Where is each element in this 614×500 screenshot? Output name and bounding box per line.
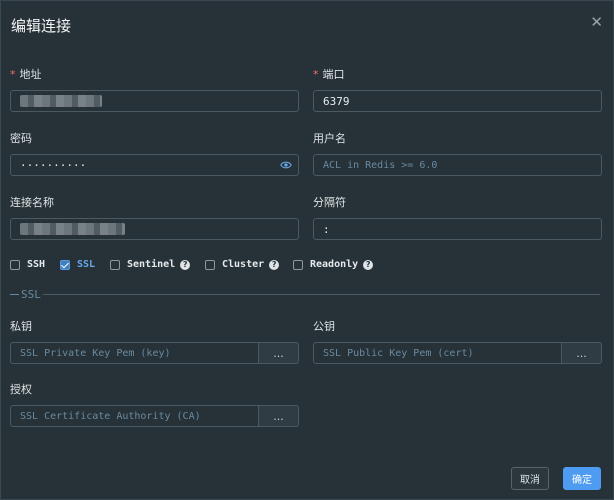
confirm-button[interactable]: 确定 — [563, 467, 601, 490]
port-input[interactable]: 6379 — [313, 90, 602, 112]
eye-icon[interactable] — [280, 159, 292, 171]
option-sentinel-label: Sentinel — [127, 259, 176, 270]
checkbox-sentinel[interactable] — [110, 259, 120, 270]
private-key-placeholder: SSL Private Key Pem (key) — [20, 347, 171, 359]
public-key-label: 公钥 — [313, 320, 335, 333]
section-divider-dash — [10, 294, 19, 295]
username-label: 用户名 — [313, 132, 346, 145]
separator-label: 分隔符 — [313, 196, 346, 209]
password-label: 密码 — [10, 132, 32, 145]
authority-placeholder: SSL Certificate Authority (CA) — [20, 410, 201, 422]
connection-name-input[interactable] — [10, 218, 299, 240]
username-placeholder: ACL in Redis >= 6.0 — [323, 159, 438, 171]
authority-browse-button[interactable]: ... — [259, 405, 299, 427]
private-key-input[interactable]: SSL Private Key Pem (key) — [10, 342, 259, 364]
option-ssh-label: SSH — [27, 259, 46, 270]
required-mark: * — [10, 68, 16, 81]
option-ssl-label: SSL — [77, 259, 96, 270]
username-input[interactable]: ACL in Redis >= 6.0 — [313, 154, 602, 176]
option-sentinel[interactable]: Sentinel ? — [110, 259, 191, 270]
public-key-input[interactable]: SSL Public Key Pem (cert) — [313, 342, 562, 364]
help-icon[interactable]: ? — [269, 259, 280, 270]
authority-label: 授权 — [10, 383, 32, 396]
edit-connection-dialog: 编辑连接 ✕ * 地址 * 端口 6379 密码 ·········· 用户名 AC… — [0, 0, 614, 500]
option-cluster-label: Cluster — [222, 259, 265, 270]
required-mark: * — [313, 68, 319, 81]
dialog-title: 编辑连接 — [11, 17, 72, 35]
option-ssl[interactable]: SSL — [60, 259, 95, 270]
option-ssh[interactable]: SSH — [10, 259, 45, 270]
password-input[interactable]: ·········· — [10, 154, 299, 176]
option-readonly-label: Readonly — [310, 259, 359, 270]
help-icon[interactable]: ? — [363, 259, 374, 270]
private-key-label: 私钥 — [10, 320, 32, 333]
public-key-browse-button[interactable]: ... — [562, 342, 602, 364]
help-icon[interactable]: ? — [180, 259, 191, 270]
connection-name-label: 连接名称 — [10, 196, 54, 209]
public-key-placeholder: SSL Public Key Pem (cert) — [323, 347, 474, 359]
separator-input[interactable]: : — [313, 218, 602, 240]
redacted-connection-name — [20, 223, 125, 235]
port-label: * 端口 — [313, 68, 345, 81]
authority-input[interactable]: SSL Certificate Authority (CA) — [10, 405, 259, 427]
private-key-browse-button[interactable]: ... — [259, 342, 299, 364]
close-icon[interactable]: ✕ — [590, 13, 603, 31]
cancel-button[interactable]: 取消 — [511, 467, 549, 490]
address-input[interactable] — [10, 90, 299, 112]
address-label: * 地址 — [10, 68, 42, 81]
option-readonly[interactable]: Readonly ? — [293, 259, 374, 270]
checkbox-readonly[interactable] — [293, 259, 303, 270]
section-title-ssl: SSL — [19, 288, 43, 301]
redacted-address — [20, 95, 102, 107]
checkbox-ssh[interactable] — [10, 259, 20, 270]
checkbox-cluster[interactable] — [205, 259, 215, 270]
section-divider — [10, 294, 600, 295]
password-value: ·········· — [20, 158, 87, 172]
checkbox-ssl[interactable] — [60, 259, 70, 270]
option-cluster[interactable]: Cluster ? — [205, 259, 280, 270]
